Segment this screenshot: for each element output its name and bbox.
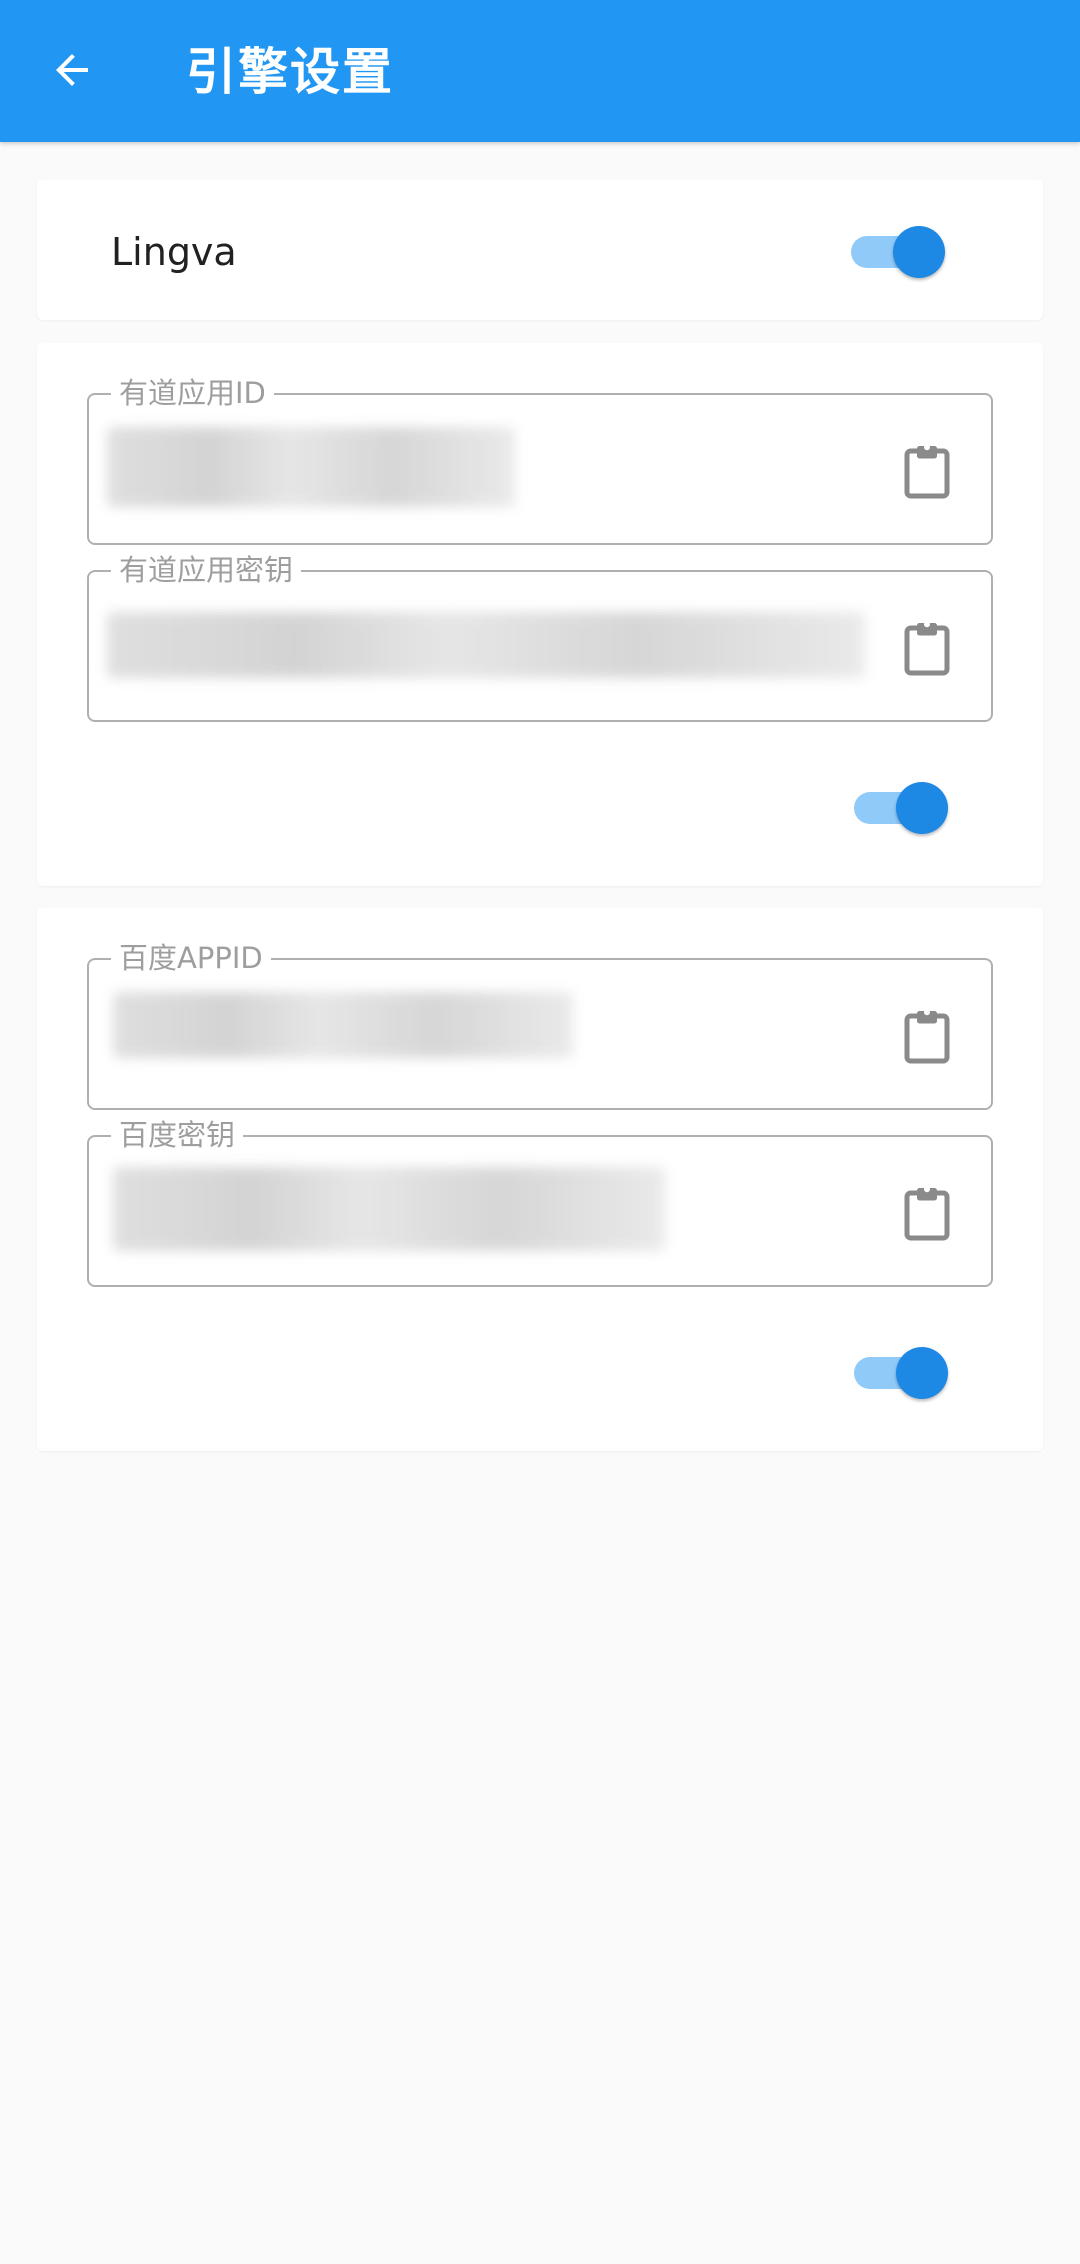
arrow-back-icon	[56, 54, 88, 86]
lingva-label: Lingva	[111, 230, 237, 274]
youdao-card: 有道应用ID 有道应用密钥	[37, 343, 1043, 886]
clipboard-icon	[904, 1186, 950, 1241]
baidu-app-id-label: 百度APPID	[111, 940, 271, 976]
switch-thumb	[896, 1347, 948, 1399]
youdao-app-key-field[interactable]: 有道应用密钥	[87, 552, 993, 722]
clipboard-icon	[904, 621, 950, 676]
lingva-card: Lingva	[37, 180, 1043, 320]
baidu-key-value	[113, 1167, 665, 1251]
app-bar: 引擎设置	[0, 0, 1080, 142]
youdao-app-id-field[interactable]: 有道应用ID	[87, 375, 993, 545]
switch-thumb	[893, 226, 945, 278]
baidu-app-id-field[interactable]: 百度APPID	[87, 940, 993, 1110]
clipboard-icon	[904, 444, 950, 499]
youdao-app-key-label: 有道应用密钥	[111, 552, 302, 588]
switch-thumb	[896, 782, 948, 834]
youdao-toggle[interactable]	[854, 776, 950, 836]
youdao-app-key-paste-button[interactable]	[895, 616, 959, 680]
page-title: 引擎设置	[186, 43, 394, 101]
youdao-app-id-value	[107, 427, 515, 507]
youdao-app-id-label: 有道应用ID	[111, 375, 274, 411]
back-button[interactable]	[40, 38, 104, 102]
lingva-toggle[interactable]	[851, 220, 947, 280]
baidu-app-id-value	[113, 992, 573, 1058]
clipboard-icon	[904, 1009, 950, 1064]
youdao-app-key-value	[107, 612, 865, 678]
baidu-app-id-paste-button[interactable]	[895, 1004, 959, 1068]
baidu-key-paste-button[interactable]	[895, 1181, 959, 1245]
baidu-card: 百度APPID 百度密钥	[37, 908, 1043, 1451]
youdao-app-id-paste-button[interactable]	[895, 439, 959, 503]
baidu-toggle[interactable]	[854, 1341, 950, 1401]
baidu-key-label: 百度密钥	[111, 1117, 244, 1153]
baidu-key-field[interactable]: 百度密钥	[87, 1117, 993, 1287]
